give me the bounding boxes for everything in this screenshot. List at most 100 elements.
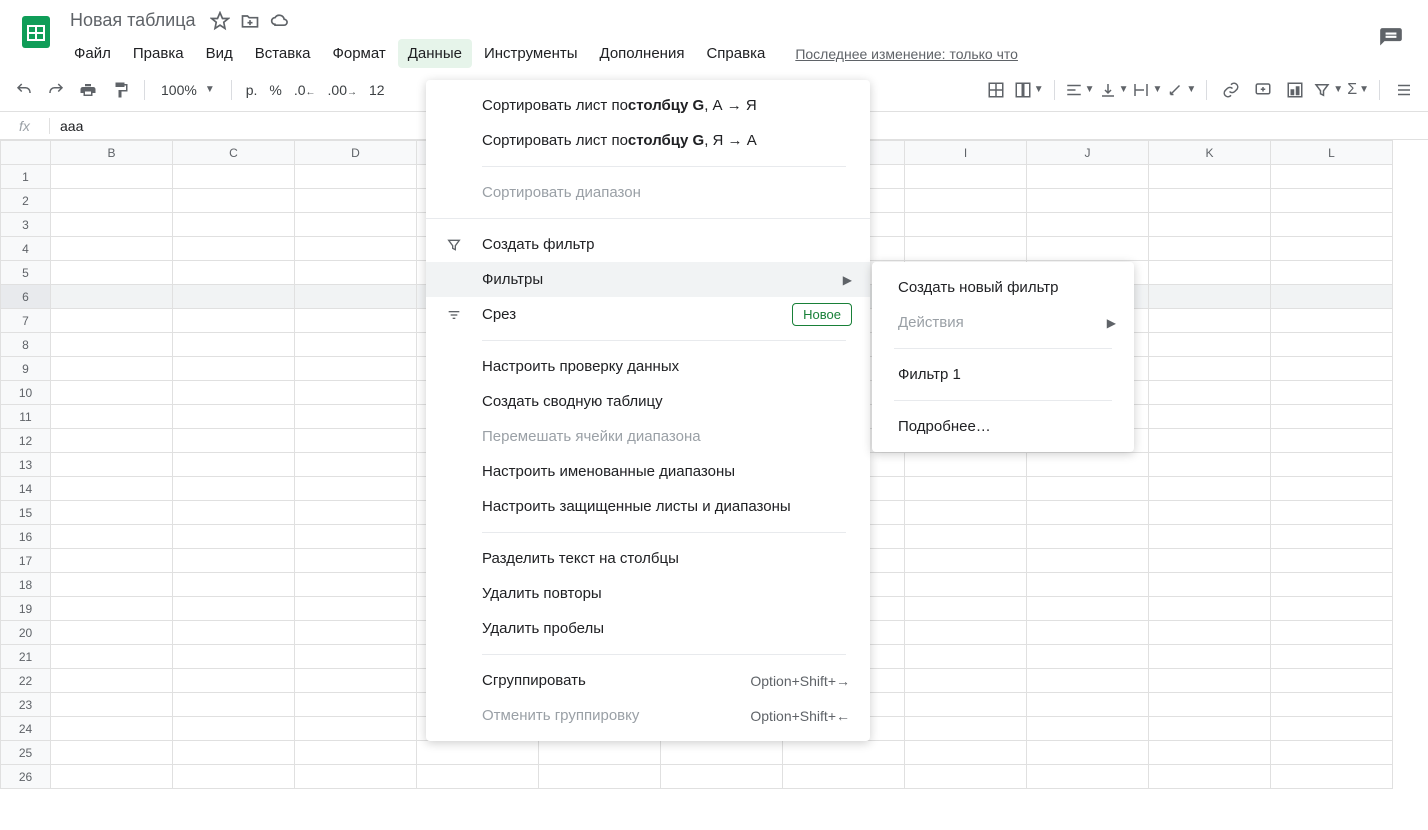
cell[interactable] [51, 525, 173, 549]
column-header[interactable]: I [905, 141, 1027, 165]
cell[interactable] [1271, 405, 1393, 429]
cell[interactable] [905, 717, 1027, 741]
comment-icon[interactable] [1249, 76, 1277, 104]
cell[interactable] [295, 213, 417, 237]
rotate-btn[interactable]: ▼ [1166, 81, 1196, 99]
functions-icon[interactable]: Σ▼ [1347, 81, 1369, 99]
cell[interactable] [1027, 477, 1149, 501]
row-header[interactable]: 24 [1, 717, 51, 741]
cell[interactable] [51, 381, 173, 405]
cell[interactable] [295, 477, 417, 501]
row-header[interactable]: 3 [1, 213, 51, 237]
cell[interactable] [173, 333, 295, 357]
cell[interactable] [51, 309, 173, 333]
cell[interactable] [51, 261, 173, 285]
cell[interactable] [905, 189, 1027, 213]
menu-sort-asc[interactable]: Сортировать лист по столбцу G, А → Я [426, 88, 870, 123]
column-header[interactable]: D [295, 141, 417, 165]
cell[interactable] [905, 165, 1027, 189]
cell[interactable] [1149, 357, 1271, 381]
cell[interactable] [295, 669, 417, 693]
cell[interactable] [1027, 237, 1149, 261]
cell[interactable] [51, 405, 173, 429]
row-header[interactable]: 4 [1, 237, 51, 261]
borders-icon[interactable] [982, 76, 1010, 104]
cell[interactable] [1027, 717, 1149, 741]
cell[interactable] [1271, 501, 1393, 525]
column-header[interactable]: B [51, 141, 173, 165]
percent-btn[interactable]: % [265, 82, 285, 98]
zoom-select[interactable]: 100%▼ [155, 82, 221, 98]
cell[interactable] [173, 717, 295, 741]
cell[interactable] [905, 597, 1027, 621]
cell[interactable] [1271, 597, 1393, 621]
cell[interactable] [173, 261, 295, 285]
cell[interactable] [783, 741, 905, 765]
cell[interactable] [1271, 573, 1393, 597]
cell[interactable] [295, 765, 417, 789]
cell[interactable] [295, 309, 417, 333]
cell[interactable] [1149, 429, 1271, 453]
cell[interactable] [1149, 645, 1271, 669]
menu-slicer[interactable]: Срез Новое [426, 297, 870, 332]
cell[interactable] [1149, 381, 1271, 405]
paint-format-icon[interactable] [106, 76, 134, 104]
cell[interactable] [1271, 549, 1393, 573]
cell[interactable] [173, 381, 295, 405]
link-icon[interactable] [1217, 76, 1245, 104]
cell[interactable] [1149, 693, 1271, 717]
cell[interactable] [295, 429, 417, 453]
cell[interactable] [783, 765, 905, 789]
cell[interactable] [173, 309, 295, 333]
cell[interactable] [1271, 453, 1393, 477]
cell[interactable] [51, 549, 173, 573]
cell[interactable] [1271, 525, 1393, 549]
cell[interactable] [1149, 237, 1271, 261]
cell[interactable] [905, 693, 1027, 717]
submenu-filter1[interactable]: Фильтр 1 [872, 357, 1134, 392]
inc-decimal-btn[interactable]: .00→ [324, 82, 361, 98]
cell[interactable] [1027, 693, 1149, 717]
cell[interactable] [417, 765, 539, 789]
cell[interactable] [51, 717, 173, 741]
row-header[interactable]: 8 [1, 333, 51, 357]
cell[interactable] [173, 549, 295, 573]
cell[interactable] [1149, 573, 1271, 597]
cell[interactable] [905, 501, 1027, 525]
menu-edit[interactable]: Правка [123, 39, 194, 68]
cell[interactable] [1271, 381, 1393, 405]
cell[interactable] [1149, 261, 1271, 285]
row-header[interactable]: 20 [1, 621, 51, 645]
cell[interactable] [295, 693, 417, 717]
menu-remove-dup[interactable]: Удалить повторы [426, 576, 870, 611]
menu-named-ranges[interactable]: Настроить именованные диапазоны [426, 454, 870, 489]
cell[interactable] [173, 669, 295, 693]
cell[interactable] [1149, 741, 1271, 765]
cell[interactable] [173, 477, 295, 501]
row-header[interactable]: 25 [1, 741, 51, 765]
menu-format[interactable]: Формат [322, 39, 395, 68]
cell[interactable] [173, 741, 295, 765]
cell[interactable] [295, 165, 417, 189]
cell[interactable] [51, 429, 173, 453]
row-header[interactable]: 11 [1, 405, 51, 429]
cell[interactable] [173, 237, 295, 261]
cell[interactable] [1271, 213, 1393, 237]
cell[interactable] [51, 741, 173, 765]
row-header[interactable]: 2 [1, 189, 51, 213]
cell[interactable] [295, 501, 417, 525]
row-header[interactable]: 12 [1, 429, 51, 453]
cell[interactable] [295, 333, 417, 357]
row-header[interactable]: 22 [1, 669, 51, 693]
cell[interactable] [295, 381, 417, 405]
cell[interactable] [1271, 189, 1393, 213]
cell[interactable] [1271, 165, 1393, 189]
menu-file[interactable]: Файл [64, 39, 121, 68]
cell[interactable] [51, 669, 173, 693]
cell[interactable] [1027, 549, 1149, 573]
row-header[interactable]: 26 [1, 765, 51, 789]
row-header[interactable]: 18 [1, 573, 51, 597]
cell[interactable] [295, 453, 417, 477]
row-header[interactable]: 5 [1, 261, 51, 285]
cell[interactable] [51, 357, 173, 381]
